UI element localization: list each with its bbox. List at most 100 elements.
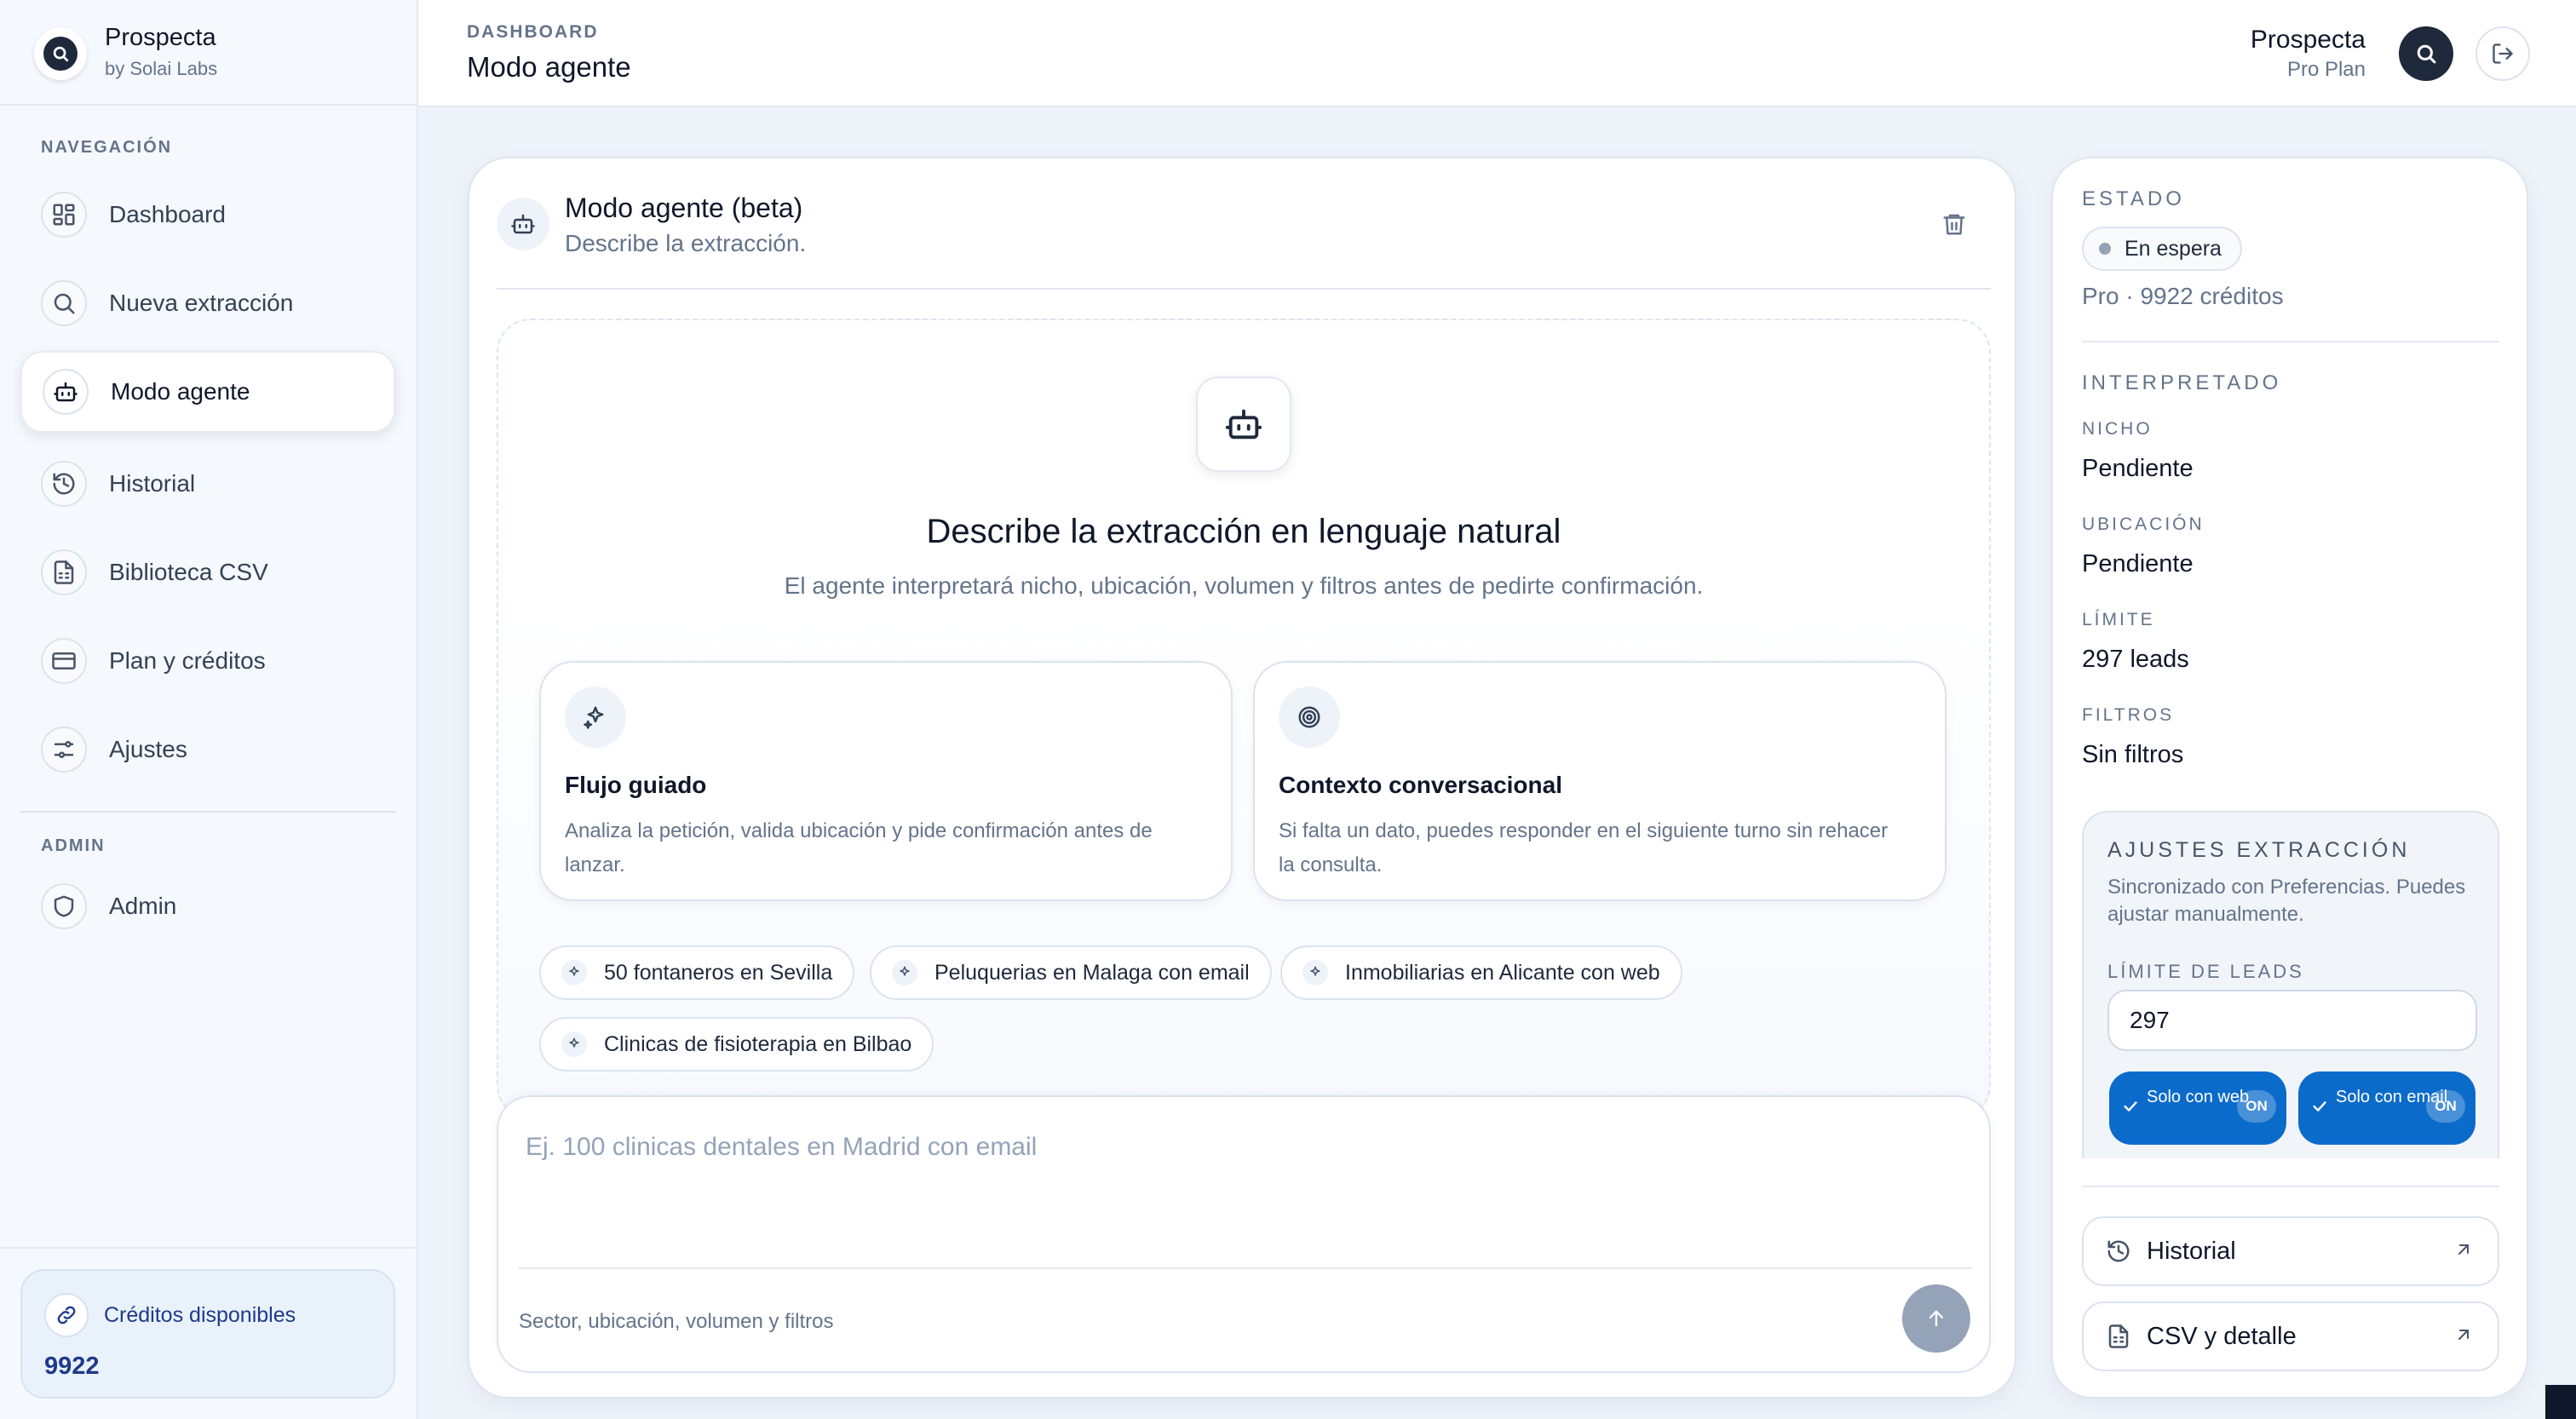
search-button[interactable] [2399, 26, 2453, 81]
sidebar-item-label: Modo agente [111, 378, 250, 405]
toggle-solo-con-web[interactable]: Solo con web ON [2109, 1071, 2286, 1145]
field-label-limite: LÍMITE [2082, 610, 2155, 629]
toggle-label: Solo con web [2147, 1088, 2250, 1106]
robot-icon [497, 198, 549, 250]
suggestion-chip[interactable]: 50 fontaneros en Sevilla [539, 945, 855, 1000]
sparkles-icon [565, 687, 626, 748]
link-label: CSV y detalle [2147, 1322, 2297, 1350]
field-value-nicho: Pendiente [2082, 455, 2194, 482]
leads-limit-input[interactable]: 297 [2107, 990, 2477, 1051]
trash-icon [1941, 211, 1967, 237]
leads-limit-label: LÍMITE DE LEADS [2107, 961, 2304, 982]
agent-subtitle: Describe la extracción. [565, 230, 807, 256]
brand-header: Prospecta by Solai Labs [0, 0, 417, 106]
shield-icon [41, 883, 87, 929]
status-badge: En espera [2082, 227, 2242, 271]
sidebar-item-ajustes[interactable]: Ajustes [20, 709, 395, 790]
suggestion-label: Clinicas de fisioterapia en Bilbao [604, 1031, 912, 1056]
send-button[interactable] [1902, 1284, 1970, 1353]
search-icon [43, 37, 78, 71]
sidebar-item-historial[interactable]: Historial [20, 443, 395, 525]
message-composer: Ej. 100 clinicas dentales en Madrid con … [497, 1095, 1991, 1373]
interpreted-label: INTERPRETADO [2082, 371, 2282, 394]
field-label-filtros: FILTROS [2082, 705, 2175, 725]
logout-icon [2491, 42, 2515, 66]
panel-divider [2082, 341, 2499, 342]
field-label-nicho: NICHO [2082, 419, 2153, 439]
sidebar-item-label: Dashboard [109, 201, 226, 227]
suggestion-chip[interactable]: Inmobiliarias en Alicante con web [1280, 945, 1682, 1000]
admin-section-label: ADMIN [41, 836, 106, 855]
card-header-divider [497, 288, 1991, 290]
sliders-icon [41, 727, 87, 773]
feature-title: Flujo guiado [565, 772, 707, 798]
brand-subtitle: by Solai Labs [105, 58, 218, 79]
logout-button[interactable] [2475, 26, 2530, 81]
arrow-up-icon [1924, 1307, 1948, 1330]
sidebar-item-nueva-extraccion[interactable]: Nueva extracción [20, 262, 395, 344]
plan-credits: Pro · 9922 créditos [2082, 283, 2284, 309]
empty-state: Describe la extracción en lenguaje natur… [497, 319, 1991, 1119]
field-value-ubicacion: Pendiente [2082, 550, 2194, 577]
agent-title: Modo agente (beta) [565, 192, 803, 223]
file-icon [41, 549, 87, 595]
suggestion-label: Peluquerias en Malaga con email [934, 960, 1250, 985]
empty-state-subtitle: El agente interpretará nicho, ubicación,… [784, 572, 1704, 599]
composer-divider [519, 1267, 1972, 1269]
sidebar-item-label: Ajustes [109, 736, 187, 762]
sidebar-divider [20, 811, 395, 813]
robot-icon [1196, 376, 1291, 472]
credit-card-icon [41, 638, 87, 684]
field-value-limite: 297 leads [2082, 646, 2189, 673]
history-icon [41, 461, 87, 507]
extraction-settings: AJUSTES EXTRACCIÓN Sincronizado con Pref… [2082, 811, 2499, 1158]
arrow-up-right-icon [2453, 1239, 2474, 1264]
toggle-solo-con-email[interactable]: Solo con email ON [2298, 1071, 2475, 1145]
link-icon [44, 1293, 89, 1337]
agent-card: Modo agente (beta) Describe la extracció… [468, 157, 2016, 1399]
empty-state-title: Describe la extracción en lenguaje natur… [926, 513, 1561, 550]
field-value-filtros: Sin filtros [2082, 741, 2184, 768]
sidebar-item-label: Biblioteca CSV [109, 559, 268, 585]
credits-card: Créditos disponibles 9922 [20, 1269, 395, 1399]
feature-card-flujo-guiado: Flujo guiado Analiza la petición, valida… [539, 661, 1233, 901]
sidebar-item-dashboard[interactable]: Dashboard [20, 174, 395, 256]
user-name: Prospecta [2250, 26, 2366, 54]
status-label: ESTADO [2082, 187, 2185, 210]
clear-conversation-button[interactable] [1935, 204, 1974, 244]
sidebar-item-label: Plan y créditos [109, 647, 266, 674]
brand-logo[interactable] [34, 27, 87, 80]
window-corner [2545, 1385, 2576, 1419]
search-icon [2414, 42, 2438, 66]
arrow-up-right-icon [2453, 1324, 2474, 1349]
sidebar-item-modo-agente[interactable]: Modo agente [20, 351, 395, 433]
page-title: Modo agente [467, 51, 631, 83]
brand-name: Prospecta [105, 24, 216, 51]
sidebar-item-admin[interactable]: Admin [20, 865, 395, 947]
status-dot [2099, 243, 2111, 255]
sidebar-item-label: Admin [109, 893, 177, 919]
panel-divider [2082, 1186, 2499, 1187]
sparkles-icon [892, 960, 917, 985]
status-panel: ESTADO En espera Pro · 9922 créditos INT… [2051, 157, 2528, 1399]
field-label-ubicacion: UBICACIÓN [2082, 514, 2205, 534]
toggle-state: ON [2237, 1090, 2276, 1123]
sparkles-icon [561, 1031, 587, 1057]
sidebar-item-biblioteca-csv[interactable]: Biblioteca CSV [20, 531, 395, 613]
historial-link[interactable]: Historial [2082, 1216, 2499, 1286]
csv-detalle-link[interactable]: CSV y detalle [2082, 1301, 2499, 1371]
sidebar-item-label: Historial [109, 470, 196, 497]
search-icon [41, 280, 87, 326]
suggestion-chip[interactable]: Clinicas de fisioterapia en Bilbao [539, 1017, 934, 1071]
credits-label: Créditos disponibles [104, 1303, 296, 1327]
check-icon [2121, 1097, 2140, 1120]
sidebar-item-label: Nueva extracción [109, 290, 294, 316]
dashboard-icon [41, 192, 87, 238]
message-input[interactable]: Ej. 100 clinicas dentales en Madrid con … [526, 1133, 1037, 1162]
composer-hint: Sector, ubicación, volumen y filtros [519, 1310, 834, 1333]
suggestion-chip[interactable]: Peluquerias en Malaga con email [870, 945, 1272, 1000]
settings-description: Sincronizado con Preferencias. Puedes aj… [2107, 876, 2466, 926]
nav-section-label: NAVEGACIÓN [41, 138, 173, 157]
sidebar-item-plan-creditos[interactable]: Plan y créditos [20, 620, 395, 702]
breadcrumb: DASHBOARD [467, 22, 599, 42]
